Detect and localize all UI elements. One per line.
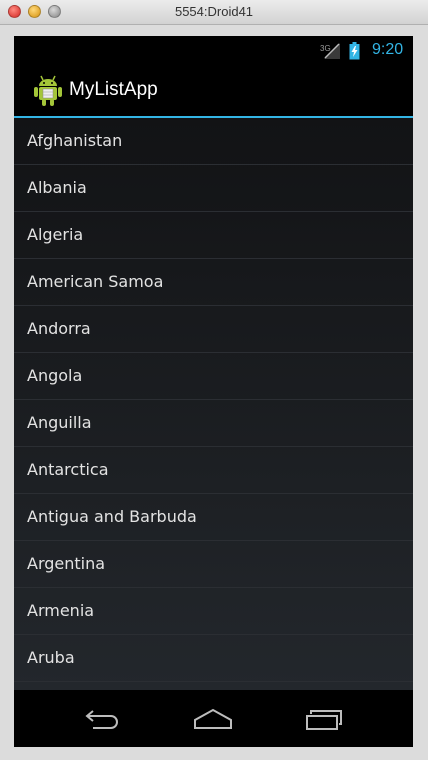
list-item[interactable]: Albania (14, 165, 413, 212)
list-item[interactable]: Andorra (14, 306, 413, 353)
back-icon[interactable] (81, 700, 129, 736)
battery-charging-icon (349, 42, 360, 60)
list-item[interactable] (14, 682, 413, 690)
list-item-label: Andorra (27, 319, 91, 338)
emulator-window: 5554:Droid41 3G 9:20 MyListApp Afghanist… (0, 0, 428, 760)
list-item-label: Albania (27, 178, 87, 197)
list-item-label: Antigua and Barbuda (27, 507, 197, 526)
country-list[interactable]: Afghanistan Albania Algeria American Sam… (14, 118, 413, 690)
list-item[interactable]: Antigua and Barbuda (14, 494, 413, 541)
list-item-label: Aruba (27, 648, 75, 667)
list-item-label: Algeria (27, 225, 84, 244)
navigation-bar (14, 690, 413, 747)
list-item-label: Afghanistan (27, 131, 123, 150)
list-item[interactable]: Antarctica (14, 447, 413, 494)
window-title: 5554:Droid41 (174, 4, 254, 19)
list-item-label: Armenia (27, 601, 95, 620)
recent-apps-icon[interactable] (301, 700, 349, 736)
list-item-label: Angola (27, 366, 83, 385)
status-clock: 9:20 (372, 41, 404, 58)
list-item[interactable]: Aruba (14, 635, 413, 682)
list-item[interactable]: American Samoa (14, 259, 413, 306)
list-item-label: Antarctica (27, 460, 109, 479)
android-robot-icon[interactable] (31, 74, 65, 108)
signal-strength-icon (324, 43, 340, 59)
home-icon[interactable] (189, 700, 237, 736)
action-bar: MyListApp (14, 66, 413, 118)
window-titlebar: 5554:Droid41 (0, 0, 428, 25)
list-item[interactable]: Argentina (14, 541, 413, 588)
device-screen: 3G 9:20 MyListApp Afghanistan Albania Al… (14, 36, 413, 747)
list-item-label: Argentina (27, 554, 106, 573)
list-item[interactable]: Angola (14, 353, 413, 400)
list-item[interactable]: Armenia (14, 588, 413, 635)
app-title: MyListApp (69, 79, 158, 100)
list-item-label: American Samoa (27, 272, 164, 291)
list-item[interactable]: Anguilla (14, 400, 413, 447)
list-item-label: Anguilla (27, 413, 92, 432)
status-bar: 3G 9:20 (14, 36, 413, 66)
list-item[interactable]: Afghanistan (14, 118, 413, 165)
list-item[interactable]: Algeria (14, 212, 413, 259)
